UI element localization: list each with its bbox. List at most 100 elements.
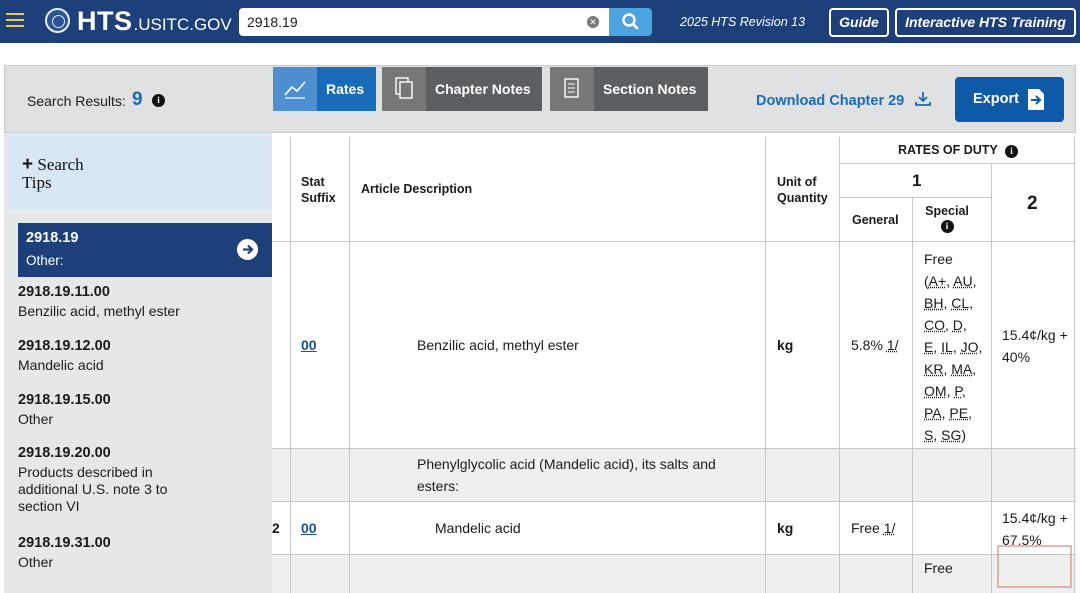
program-link[interactable]: A+ bbox=[929, 273, 947, 289]
logo-sub-text: .USITC.GOV bbox=[133, 15, 232, 34]
download-chapter-label: Download Chapter 29 bbox=[756, 93, 905, 109]
footnote-link[interactable]: 1/ bbox=[884, 520, 896, 536]
sidebar-item-desc: Products described in additional U.S. no… bbox=[18, 464, 168, 514]
search-results-label: Search Results: bbox=[27, 93, 126, 109]
site-logo[interactable]: HTS.USITC.GOV bbox=[77, 6, 232, 37]
header-unit-of-quantity: Unit of Quantity bbox=[777, 175, 828, 205]
guide-button[interactable]: Guide bbox=[829, 8, 889, 37]
usitc-seal-icon bbox=[45, 8, 70, 33]
sidebar-item[interactable]: 2918.19.11.00 Benzilic acid, methyl este… bbox=[18, 284, 272, 320]
program-link[interactable]: IL bbox=[941, 339, 953, 355]
revision-label: 2025 HTS Revision 13 bbox=[680, 15, 806, 29]
search-results-count: 9 bbox=[132, 89, 143, 110]
export-button[interactable]: Export bbox=[955, 77, 1064, 122]
header-special: Special i bbox=[924, 204, 970, 233]
general-rate-value: 5.8% bbox=[851, 337, 883, 353]
unit-of-quantity: kg bbox=[777, 520, 794, 536]
tab-section-notes[interactable]: Section Notes bbox=[550, 67, 708, 111]
sidebar-item-code: 2918.19 bbox=[26, 230, 79, 246]
header-stat-suffix: Stat Suffix bbox=[301, 175, 336, 205]
sidebar-item[interactable]: 2918.19.12.00 Mandelic acid bbox=[18, 338, 272, 374]
info-icon[interactable]: i bbox=[940, 220, 954, 233]
hts-app: { "header": { "logo_main": "HTS", "logo_… bbox=[0, 0, 1080, 593]
general-rate: Free 1/ bbox=[851, 520, 895, 536]
documents-icon bbox=[382, 67, 426, 111]
arrow-right-icon[interactable] bbox=[237, 239, 258, 260]
general-rate: 5.8% 1/ bbox=[851, 337, 899, 353]
tab-chapter-notes-label: Chapter Notes bbox=[435, 81, 531, 97]
search-tips-label: Search bbox=[37, 155, 84, 174]
sidebar-item-desc: Benzilic acid, methyl ester bbox=[18, 303, 180, 319]
search-input[interactable] bbox=[247, 8, 577, 36]
program-link[interactable]: SG bbox=[941, 427, 961, 443]
sidebar-item-desc: Other bbox=[18, 411, 54, 427]
tab-section-notes-label: Section Notes bbox=[603, 81, 697, 97]
program-link[interactable]: P bbox=[954, 383, 962, 399]
sidebar-item-desc: Other bbox=[18, 554, 54, 570]
results-sidebar: + Search Tips 2918.19 Other: 2918.19.11.… bbox=[4, 133, 276, 593]
top-header: HTS.USITC.GOV ✕ 2025 HTS Revision 13 Gui… bbox=[0, 0, 1080, 43]
search-box: ✕ bbox=[239, 8, 609, 36]
search-tips-panel: + Search Tips bbox=[8, 136, 272, 209]
program-link[interactable]: KR bbox=[924, 361, 943, 377]
document-icon bbox=[550, 67, 594, 111]
program-link[interactable]: CO bbox=[924, 317, 945, 333]
special-rate-prefix: Free bbox=[924, 251, 953, 267]
program-link[interactable]: AU bbox=[953, 273, 972, 289]
download-icon bbox=[915, 92, 932, 106]
search-icon bbox=[622, 13, 639, 30]
article-description: Mandelic acid bbox=[435, 520, 521, 536]
clear-search-icon[interactable]: ✕ bbox=[587, 16, 599, 28]
program-link[interactable]: JO bbox=[961, 339, 979, 355]
sidebar-item-code: 2918.19.20.00 bbox=[18, 445, 111, 461]
program-link[interactable]: S bbox=[924, 427, 933, 443]
special-programs: (A+, AU, BH, CL, CO, D, E, IL, JO, KR, MA, OM… bbox=[924, 273, 983, 443]
program-link[interactable]: D bbox=[953, 317, 963, 333]
info-icon[interactable]: i bbox=[152, 94, 165, 107]
header-rates-of-duty-label: RATES OF DUTY bbox=[898, 143, 998, 157]
header-column-2: 2 bbox=[1027, 193, 1038, 214]
tab-rates-label: Rates bbox=[326, 81, 365, 97]
header-special-label: Special bbox=[925, 204, 969, 218]
tab-chapter-notes[interactable]: Chapter Notes bbox=[382, 67, 542, 111]
article-description: Benzilic acid, methyl ester bbox=[417, 337, 579, 353]
program-link[interactable]: E bbox=[924, 339, 933, 355]
special-rate: Free bbox=[924, 560, 953, 576]
sidebar-item-desc: Mandelic acid bbox=[18, 357, 104, 373]
info-icon[interactable]: i bbox=[1005, 145, 1019, 158]
results-toolbar: Search Results: 9 i Rates Chapter Notes … bbox=[4, 65, 1076, 133]
program-link[interactable]: PE bbox=[949, 405, 968, 421]
watermark-stamp bbox=[997, 545, 1072, 588]
stat-suffix-link[interactable]: 00 bbox=[301, 337, 317, 353]
logo-main-text: HTS bbox=[77, 6, 133, 36]
footnote-link[interactable]: 1/ bbox=[887, 337, 899, 353]
table-row-band bbox=[272, 554, 1076, 593]
program-link[interactable]: PA bbox=[924, 405, 942, 421]
column-2-rate: 15.4¢/kg + 40% bbox=[1002, 327, 1068, 365]
download-chapter-link[interactable]: Download Chapter 29 bbox=[756, 91, 932, 109]
general-rate-value: Free bbox=[851, 520, 880, 536]
plus-icon: + bbox=[22, 154, 34, 175]
special-rate: Free (A+, AU, BH, CL, CO, D, E, IL, JO, KR, … bbox=[924, 248, 986, 446]
search-tips-toggle[interactable]: + Search Tips bbox=[22, 154, 84, 192]
search-button[interactable] bbox=[609, 8, 652, 36]
program-link[interactable]: CL bbox=[951, 295, 969, 311]
training-button[interactable]: Interactive HTS Training bbox=[895, 8, 1076, 37]
header-rates-of-duty: RATES OF DUTY i bbox=[898, 143, 1019, 158]
sidebar-item-active[interactable]: 2918.19 Other: bbox=[18, 223, 276, 277]
search-tips-label-2: Tips bbox=[22, 173, 52, 192]
menu-icon[interactable] bbox=[6, 13, 24, 27]
program-link[interactable]: MA bbox=[951, 361, 972, 377]
stat-suffix-link[interactable]: 00 bbox=[301, 520, 317, 536]
sidebar-item-code: 2918.19.11.00 bbox=[18, 284, 110, 300]
sidebar-item-code: 2918.19.15.00 bbox=[18, 392, 111, 408]
header-column-1: 1 bbox=[912, 171, 922, 190]
sidebar-item[interactable]: 2918.19.15.00 Other bbox=[18, 392, 272, 428]
sidebar-item[interactable]: 2918.19.20.00 Products described in addi… bbox=[18, 445, 198, 515]
program-link[interactable]: OM bbox=[924, 383, 947, 399]
export-label: Export bbox=[973, 91, 1019, 107]
sidebar-item[interactable]: 2918.19.31.00 Other bbox=[18, 535, 272, 571]
tab-rates[interactable]: Rates bbox=[273, 67, 376, 111]
program-link[interactable]: BH bbox=[924, 295, 943, 311]
sidebar-item-code: 2918.19.31.00 bbox=[18, 535, 111, 551]
